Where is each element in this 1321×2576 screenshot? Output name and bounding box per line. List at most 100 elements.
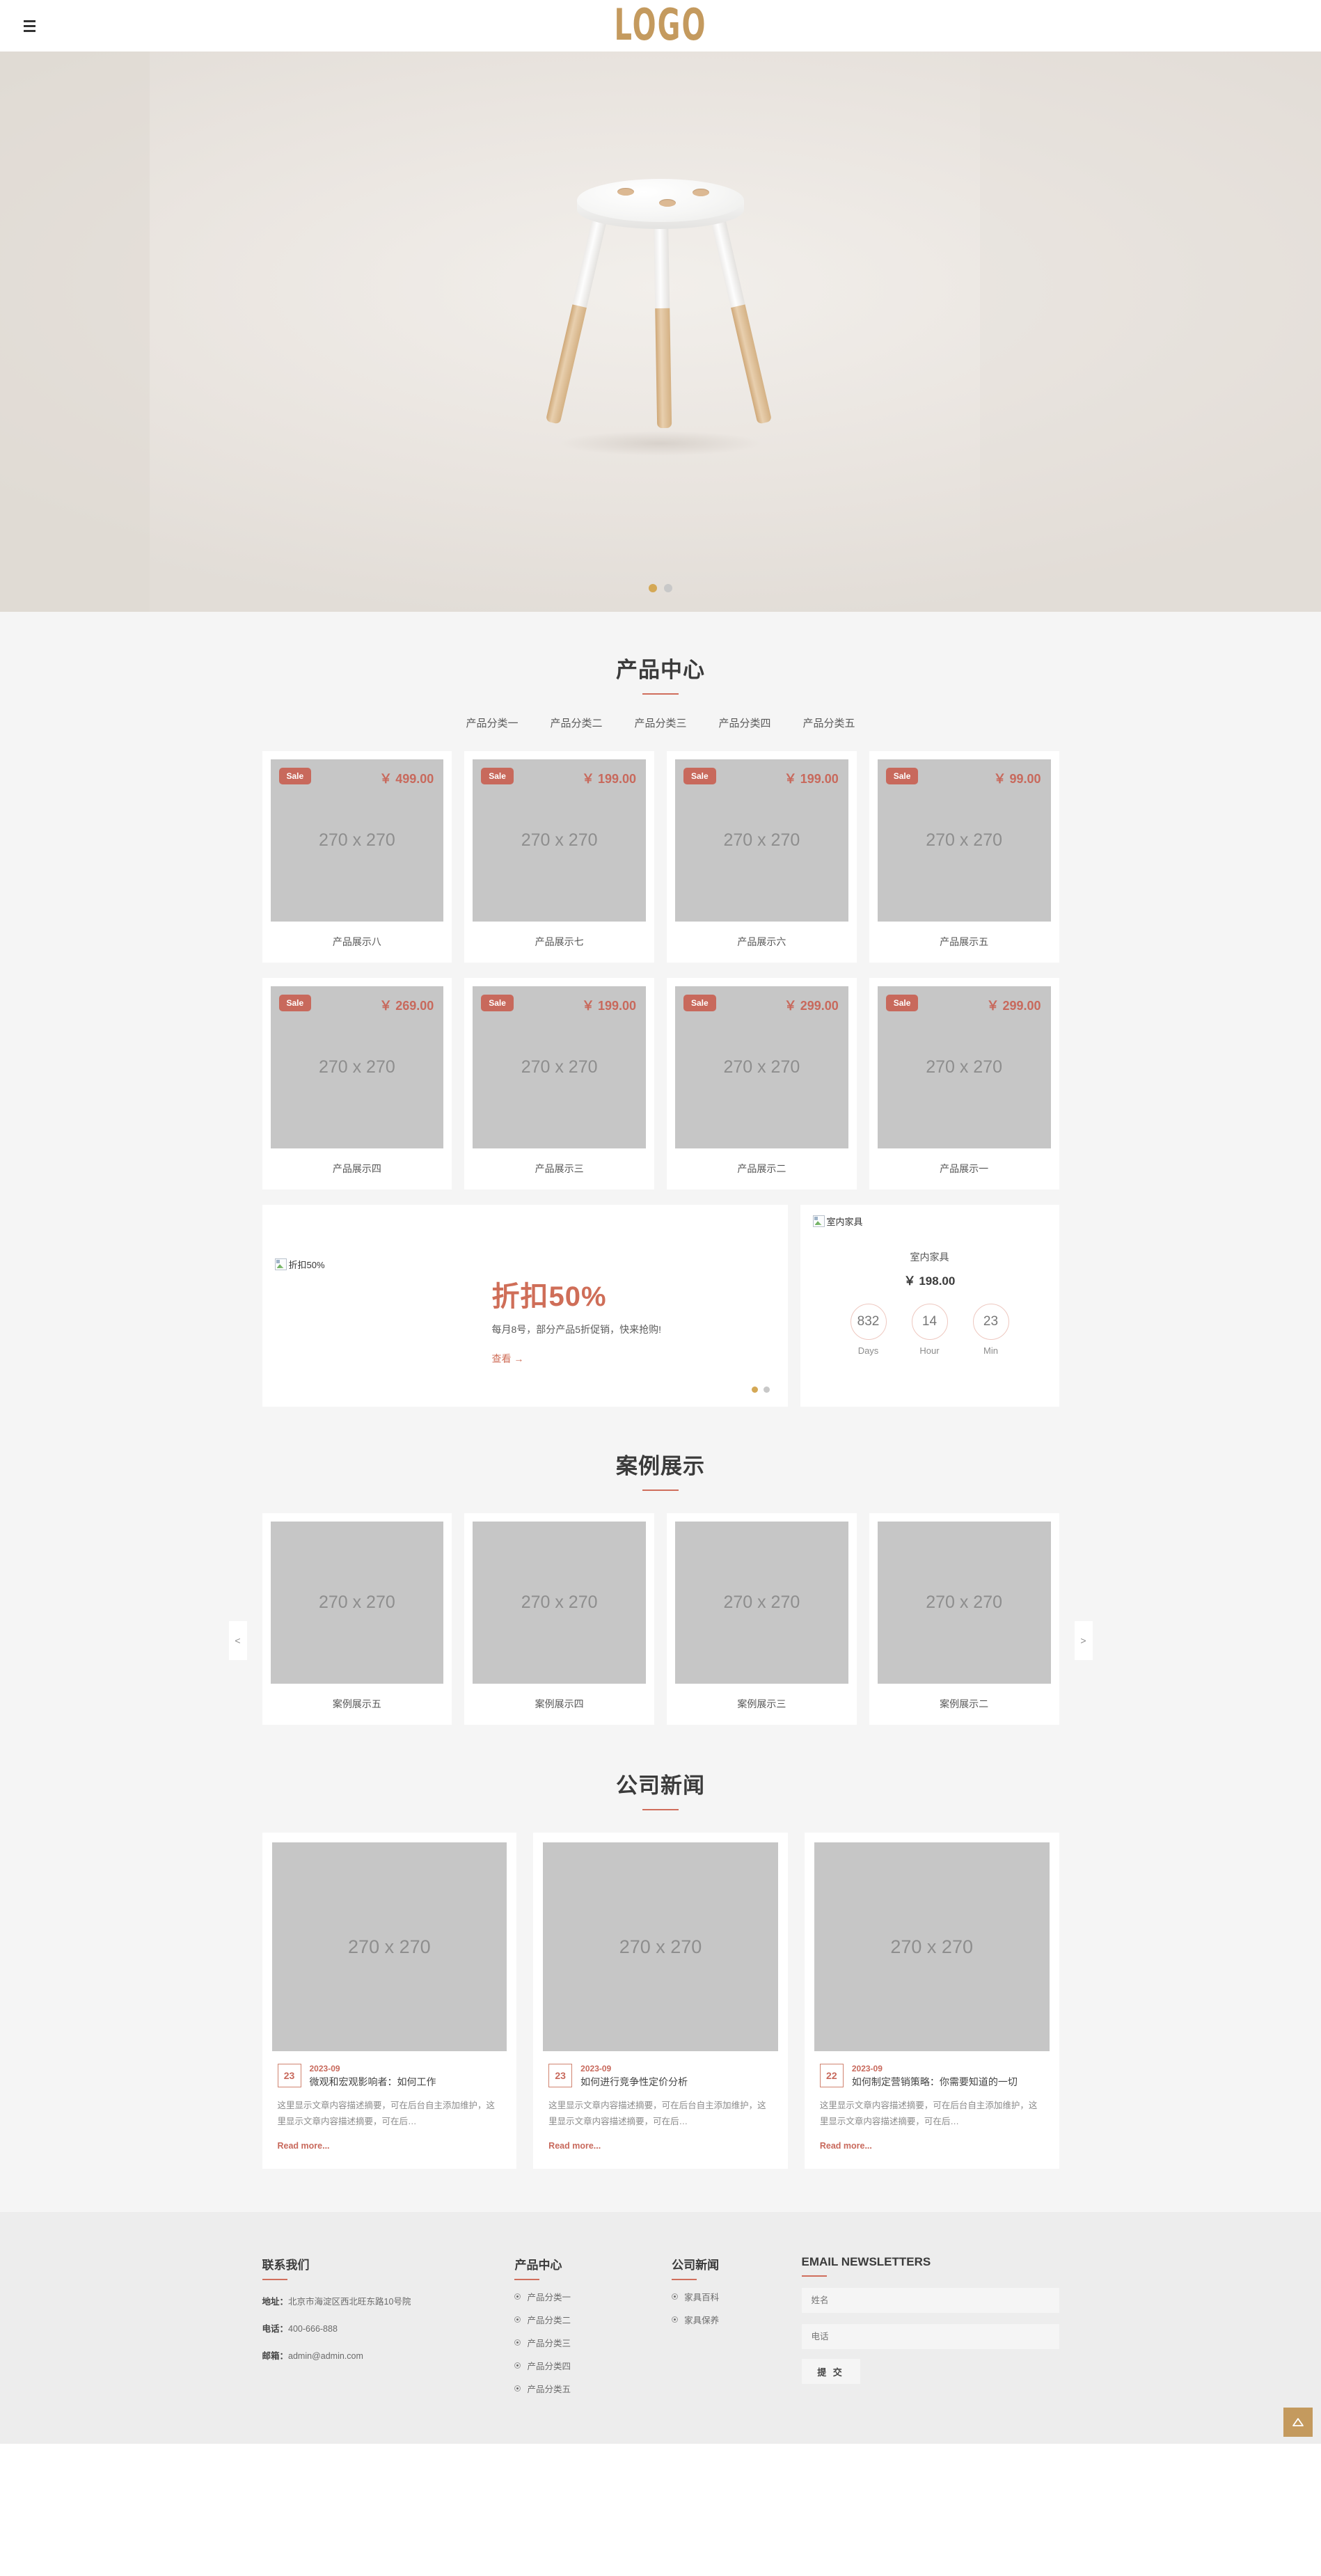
case-image: 270 x 270 — [877, 1522, 1051, 1684]
product-card[interactable]: Sale ￥ 299.00 270 x 270 产品展示二 — [667, 978, 857, 1190]
image-placeholder-label: 270 x 270 — [521, 830, 598, 850]
product-card[interactable]: Sale ￥ 99.00 270 x 270 产品展示五 — [869, 751, 1059, 963]
countdown-hours-value: 14 — [911, 1304, 948, 1340]
newsletter-phone-input[interactable] — [801, 2324, 1059, 2350]
image-placeholder-label: 270 x 270 — [318, 830, 395, 850]
footer-product-link-1[interactable]: 产品分类一 — [514, 2290, 672, 2303]
site-logo[interactable]: LOGO — [0, 4, 1321, 47]
promo-view-link[interactable]: 查看 → — [492, 1352, 524, 1366]
cases-grid: 270 x 270 案例展示五 270 x 270 案例展示四 270 x 27… — [262, 1513, 1059, 1725]
product-price: ￥ 499.00 — [379, 772, 434, 786]
product-card[interactable]: Sale ￥ 199.00 270 x 270 产品展示七 — [464, 751, 654, 963]
news-title-rule — [642, 1809, 679, 1810]
newsletter-name-input[interactable] — [801, 2288, 1059, 2314]
site-header: LOGO — [0, 0, 1321, 52]
news-section: 公司新闻 270 x 270 23 2023-09 微观和宏观影响者：如何工作 … — [0, 1768, 1321, 2213]
product-price: ￥ 199.00 — [784, 772, 839, 786]
product-card[interactable]: Sale ￥ 269.00 270 x 270 产品展示四 — [262, 978, 452, 1190]
image-placeholder-label: 270 x 270 — [890, 1936, 973, 1957]
countdown-days-value: 832 — [850, 1304, 887, 1340]
footer-email-label: 邮箱： — [262, 2351, 289, 2362]
footer-product-link-3[interactable]: 产品分类三 — [514, 2336, 672, 2349]
cases-next-arrow[interactable]: > — [1074, 1621, 1093, 1660]
countdown-product-title: 室内家具 — [910, 1251, 949, 1263]
product-card[interactable]: Sale ￥ 199.00 270 x 270 产品展示三 — [464, 978, 654, 1190]
product-name: 产品展示三 — [535, 1163, 584, 1174]
footer-product-link-4[interactable]: 产品分类四 — [514, 2359, 672, 2372]
promo-dot-1[interactable] — [751, 1386, 758, 1393]
promo-row: 折扣50% 折扣50% 每月8号，部分产品5折促销，快来抢购! 查看 → 室内家… — [262, 1205, 1059, 1448]
broken-image-icon — [274, 1258, 287, 1270]
cases-prev-arrow[interactable]: < — [228, 1621, 247, 1660]
hero-dot-1[interactable] — [649, 584, 657, 592]
product-category-tab-2[interactable]: 产品分类二 — [550, 716, 602, 730]
footer-news-link-2[interactable]: 家具保养 — [672, 2313, 801, 2326]
promo-subtitle: 每月8号，部分产品5折促销，快来抢购! — [491, 1324, 661, 1335]
promo-dot-2[interactable] — [763, 1386, 770, 1393]
promo-image-alt: 折扣50% — [288, 1260, 325, 1270]
news-read-more-link[interactable]: Read more... — [820, 2141, 872, 2151]
product-category-tab-4[interactable]: 产品分类四 — [719, 716, 771, 730]
news-headline[interactable]: 微观和宏观影响者：如何工作 — [310, 2076, 436, 2088]
case-image: 270 x 270 — [473, 1522, 646, 1684]
product-image: Sale ￥ 269.00 270 x 270 — [270, 986, 444, 1148]
news-read-more-link[interactable]: Read more... — [278, 2141, 330, 2151]
footer-product-link-2[interactable]: 产品分类二 — [514, 2313, 672, 2326]
image-placeholder-label: 270 x 270 — [619, 1936, 702, 1957]
stool-shadow — [559, 431, 762, 456]
footer-product-link-5[interactable]: 产品分类五 — [514, 2382, 672, 2395]
product-card[interactable]: Sale ￥ 199.00 270 x 270 产品展示六 — [667, 751, 857, 963]
news-headline[interactable]: 如何进行竞争性定价分析 — [580, 2076, 688, 2088]
news-card[interactable]: 270 x 270 23 2023-09 微观和宏观影响者：如何工作 这里显示文… — [262, 1833, 517, 2170]
footer-address-label: 地址： — [262, 2297, 289, 2307]
back-to-top-button[interactable] — [1283, 2408, 1313, 2437]
product-price: ￥ 199.00 — [581, 772, 636, 786]
sale-badge: Sale — [683, 768, 716, 784]
case-name: 案例展示二 — [940, 1698, 989, 1709]
news-read-more-link[interactable]: Read more... — [548, 2141, 601, 2151]
hero-band-left — [0, 52, 150, 612]
case-image: 270 x 270 — [270, 1522, 444, 1684]
case-name: 案例展示三 — [737, 1698, 786, 1709]
product-category-tabs: 产品分类一 产品分类二 产品分类三 产品分类四 产品分类五 — [262, 716, 1059, 730]
products-section: 产品中心 产品分类一 产品分类二 产品分类三 产品分类四 产品分类五 Sale … — [0, 612, 1321, 1448]
news-year-month: 2023-09 — [851, 2064, 883, 2073]
footer-email: 邮箱：admin@admin.com — [262, 2348, 515, 2362]
countdown-hours-label: Hour — [919, 1345, 940, 1356]
product-image: Sale ￥ 299.00 270 x 270 — [675, 986, 848, 1148]
footer-news-link-1[interactable]: 家具百科 — [672, 2290, 801, 2303]
news-description: 这里显示文章内容描述摘要，可在后台自主添加维护，这里显示文章内容描述摘要，可在后… — [277, 2101, 496, 2127]
case-card[interactable]: 270 x 270 案例展示二 — [869, 1513, 1059, 1725]
news-card[interactable]: 270 x 270 23 2023-09 如何进行竞争性定价分析 这里显示文章内… — [533, 1833, 788, 2170]
footer-phone: 电话：400-666-888 — [262, 2321, 515, 2334]
news-year-month: 2023-09 — [309, 2064, 340, 2073]
product-image: Sale ￥ 299.00 270 x 270 — [877, 986, 1051, 1148]
stool-peg-3 — [693, 189, 709, 196]
bullet-icon — [672, 2293, 679, 2300]
product-image: Sale ￥ 499.00 270 x 270 — [270, 759, 444, 922]
promo-banner: 折扣50% 折扣50% 每月8号，部分产品5折促销，快来抢购! 查看 → — [262, 1205, 788, 1407]
case-card[interactable]: 270 x 270 案例展示四 — [464, 1513, 654, 1725]
product-category-tab-3[interactable]: 产品分类三 — [634, 716, 686, 730]
footer-newsletter-column: EMAIL NEWSLETTERS 提 交 — [801, 2255, 1059, 2395]
broken-image-icon — [812, 1215, 825, 1227]
sale-badge: Sale — [278, 995, 312, 1011]
news-card[interactable]: 270 x 270 22 2023-09 如何制定营销策略：你需要知道的一切 这… — [804, 1833, 1059, 2170]
product-category-tab-5[interactable]: 产品分类五 — [803, 716, 855, 730]
image-placeholder-label: 270 x 270 — [318, 1593, 395, 1612]
news-image: 270 x 270 — [271, 1842, 507, 2051]
hero-dot-2[interactable] — [664, 584, 672, 592]
product-category-tab-1[interactable]: 产品分类一 — [466, 716, 518, 730]
product-card[interactable]: Sale ￥ 299.00 270 x 270 产品展示一 — [869, 978, 1059, 1190]
countdown-timer: 832 Days 14 Hour 23 Min — [813, 1304, 1047, 1356]
image-placeholder-label: 270 x 270 — [348, 1936, 431, 1957]
product-card[interactable]: Sale ￥ 499.00 270 x 270 产品展示八 — [262, 751, 452, 963]
countdown-unit-days: 832 Days — [850, 1304, 887, 1356]
footer-address: 地址：北京市海淀区西北旺东路10号院 — [262, 2294, 515, 2307]
footer-product-link-3-label: 产品分类三 — [527, 2339, 571, 2349]
case-card[interactable]: 270 x 270 案例展示五 — [262, 1513, 452, 1725]
case-card[interactable]: 270 x 270 案例展示三 — [667, 1513, 857, 1725]
footer-address-value: 北京市海淀区西北旺东路10号院 — [288, 2297, 411, 2307]
news-headline[interactable]: 如何制定营销策略：你需要知道的一切 — [852, 2076, 1018, 2088]
newsletter-submit-button[interactable]: 提 交 — [801, 2359, 860, 2385]
